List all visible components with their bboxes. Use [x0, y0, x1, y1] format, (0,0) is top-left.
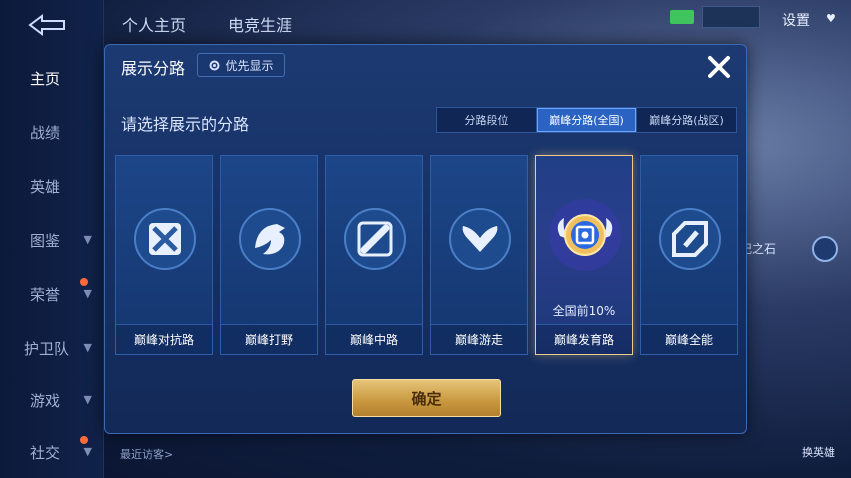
modal-title: 展示分路 — [121, 59, 186, 78]
nav-item-label: 主页 — [30, 69, 61, 88]
settings-button[interactable]: 设置 — [782, 10, 810, 30]
nav-item-home[interactable]: 主页 — [0, 58, 104, 98]
mid-lane-icon — [344, 208, 406, 270]
clash-lane-icon — [134, 208, 196, 270]
chevron-down-icon: ▼ — [83, 341, 92, 354]
back-arrow-icon[interactable] — [24, 12, 70, 38]
tab-esports-career[interactable]: 电竞生涯 — [228, 12, 292, 36]
tab-peak-lane-region[interactable]: 巅峰分路(战区) — [637, 108, 736, 132]
nav-item-heroes[interactable]: 英雄 — [0, 166, 104, 206]
recent-visitors[interactable]: 最近访客> — [120, 446, 173, 462]
notification-dot — [80, 436, 88, 444]
lane-card-label: 巅峰中路 — [326, 324, 422, 354]
heart-icon: ♥ — [826, 12, 836, 25]
confirm-button[interactable]: 确定 — [352, 379, 501, 417]
gear-icon — [209, 60, 220, 70]
left-nav: 主页 战绩 英雄 图鉴 ▼ 荣誉 ▼ 护卫队 ▼ 游戏 ▼ 社交 ▼ — [0, 0, 104, 478]
nav-item-game[interactable]: 游戏 ▼ — [0, 380, 104, 420]
lane-card-mid[interactable]: 巅峰中路 — [325, 155, 423, 355]
lane-cards: 巅峰对抗路 巅峰打野 巅峰中路 巅峰游走 全国前10% 巅峰发育路 巅峰全能 — [115, 155, 739, 355]
allround-icon — [659, 208, 721, 270]
farm-lane-icon — [549, 199, 621, 271]
nav-item-label: 荣誉 — [30, 285, 61, 304]
promo-badge[interactable] — [702, 6, 760, 28]
lane-card-label: 巅峰游走 — [431, 324, 527, 354]
nav-item-record[interactable]: 战绩 — [0, 112, 104, 152]
nav-item-label: 战绩 — [30, 123, 61, 142]
roam-wings-icon — [449, 208, 511, 270]
chevron-down-icon: ▼ — [83, 393, 92, 406]
chevron-down-icon: ▼ — [83, 445, 92, 458]
swap-hero-button[interactable]: 换英雄 — [802, 444, 835, 460]
tab-lane-rank[interactable]: 分路段位 — [437, 108, 537, 132]
priority-display-button[interactable]: 优先显示 — [197, 53, 285, 77]
lane-card-clash[interactable]: 巅峰对抗路 — [115, 155, 213, 355]
nav-item-label: 游戏 — [30, 391, 61, 410]
lane-card-label: 巅峰全能 — [641, 324, 737, 354]
signal-icon — [670, 10, 694, 24]
lane-card-label: 巅峰对抗路 — [116, 324, 212, 354]
lane-card-roam[interactable]: 巅峰游走 — [430, 155, 528, 355]
lane-card-jungle[interactable]: 巅峰打野 — [220, 155, 318, 355]
nav-item-label: 英雄 — [30, 177, 61, 196]
nav-item-honor[interactable]: 荣誉 ▼ — [0, 274, 104, 314]
tab-profile[interactable]: 个人主页 — [122, 12, 186, 36]
notification-dot — [80, 278, 88, 286]
nav-item-label: 图鉴 — [30, 231, 61, 250]
lane-card-label: 巅峰打野 — [221, 324, 317, 354]
nav-item-guard[interactable]: 护卫队 ▼ — [0, 328, 104, 368]
lane-card-allround[interactable]: 巅峰全能 — [640, 155, 738, 355]
close-icon[interactable] — [705, 53, 733, 81]
compass-icon[interactable] — [812, 236, 838, 262]
modal-subtitle: 请选择展示的分路 — [121, 115, 250, 134]
chevron-down-icon: ▼ — [83, 287, 92, 300]
nav-item-social[interactable]: 社交 ▼ — [0, 432, 104, 472]
lane-card-farm[interactable]: 全国前10% 巅峰发育路 — [535, 155, 633, 355]
nav-item-atlas[interactable]: 图鉴 ▼ — [0, 220, 104, 260]
lane-card-label: 巅峰发育路 — [536, 324, 632, 354]
jungle-dragon-icon — [239, 208, 301, 270]
lane-source-tabs: 分路段位 巅峰分路(全国) 巅峰分路(战区) — [436, 107, 737, 133]
priority-display-label: 优先显示 — [225, 58, 274, 73]
nav-item-label: 社交 — [30, 443, 61, 462]
lane-display-modal: 展示分路 优先显示 请选择展示的分路 分路段位 巅峰分路(全国) 巅峰分路(战区… — [104, 44, 747, 434]
tab-peak-lane-national[interactable]: 巅峰分路(全国) — [537, 108, 637, 132]
lane-rank-text: 全国前10% — [552, 304, 616, 318]
nav-item-label: 护卫队 — [24, 339, 70, 358]
chevron-down-icon: ▼ — [83, 233, 92, 246]
